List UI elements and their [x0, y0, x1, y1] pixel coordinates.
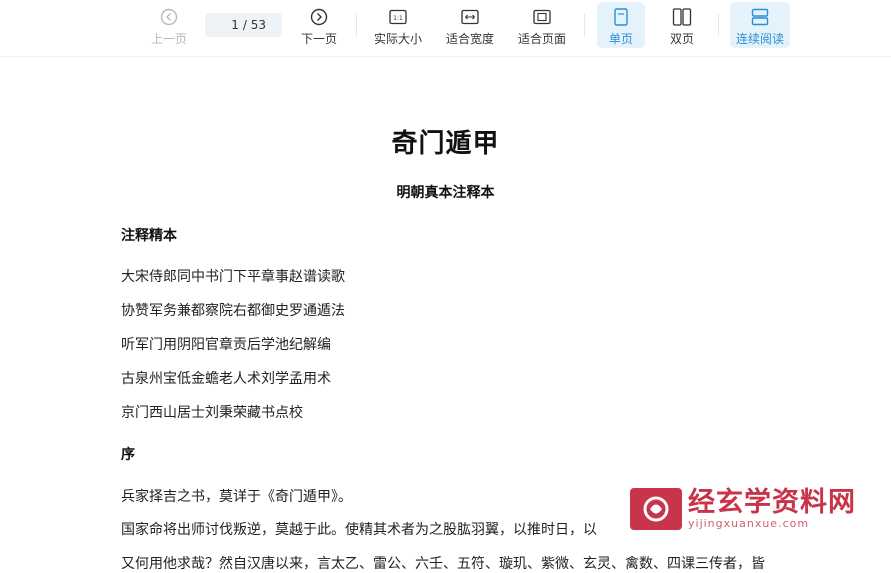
continuous-reading-label: 连续阅读 — [735, 32, 784, 46]
preface-line: 又何用他求哉？然自汉唐以来，言太乙、雷公、六壬、五符、璇玑、紫微、玄灵、禽数、四… — [121, 556, 765, 572]
site-watermark: 经玄学资料网 yijingxuanxue.com — [630, 488, 870, 530]
section-heading: 注释精本 — [121, 228, 177, 244]
credit-line: 协赞军务兼都察院右都御史罗通遁法 — [121, 303, 345, 319]
double-page-button[interactable]: 双页 — [658, 2, 706, 48]
single-page-button[interactable]: 单页 — [597, 2, 645, 48]
arrow-right-circle-icon — [310, 7, 328, 27]
next-page-button[interactable]: 下一页 — [296, 2, 342, 48]
credit-line: 古泉州宝低金蟾老人术刘学孟用术 — [121, 371, 331, 387]
preface-line: 国家命将出师讨伐叛逆，莫越于此。使精其术者为之股肱羽翼，以推时日，以 — [121, 522, 597, 538]
toolbar-divider — [356, 14, 357, 36]
watermark-logo-icon — [630, 488, 682, 530]
double-page-label: 双页 — [669, 32, 694, 46]
actual-size-button[interactable]: 1:1 实际大小 — [370, 2, 426, 48]
actual-size-icon: 1:1 — [389, 7, 407, 27]
credit-line: 大宋侍郎同中书门下平章事赵谱读歌 — [121, 269, 345, 285]
watermark-text: 经玄学资料网 — [688, 487, 856, 518]
document-subtitle: 明朝真本注释本 — [396, 185, 495, 201]
credit-line: 京门西山居士刘秉荣藏书点校 — [121, 405, 303, 421]
reader-toolbar: 上一页 / 53 下一页 1:1 实际大小 适合宽度 适合页面 单页 — [0, 0, 891, 57]
toolbar-divider — [718, 14, 719, 36]
fit-width-button[interactable]: 适合宽度 — [442, 2, 498, 48]
continuous-reading-button[interactable]: 连续阅读 — [730, 2, 790, 48]
fit-width-icon — [461, 7, 479, 27]
arrow-left-circle-icon — [160, 7, 178, 27]
fit-width-label: 适合宽度 — [445, 32, 494, 46]
current-page-input[interactable] — [220, 18, 239, 32]
svg-text:1:1: 1:1 — [393, 15, 403, 22]
prev-page-button[interactable]: 上一页 — [146, 2, 192, 48]
toolbar-divider — [584, 14, 585, 36]
document-title: 奇门遁甲 — [391, 129, 500, 159]
continuous-reading-icon — [751, 7, 769, 27]
double-page-icon — [672, 7, 692, 27]
fit-page-label: 适合页面 — [517, 32, 566, 46]
prev-page-label: 上一页 — [150, 32, 187, 46]
fit-page-icon — [533, 7, 551, 27]
actual-size-label: 实际大小 — [373, 32, 422, 46]
watermark-url: yijingxuanxue.com — [688, 517, 810, 530]
page-indicator: / 53 — [205, 13, 282, 37]
section-heading: 序 — [121, 447, 135, 463]
single-page-icon — [613, 7, 629, 27]
credit-line: 听军门用阴阳官章贡后学池纪解编 — [121, 337, 331, 353]
preface-line: 兵家择吉之书，莫详于《奇门遁甲》。 — [121, 489, 352, 505]
single-page-label: 单页 — [608, 32, 633, 46]
fit-page-button[interactable]: 适合页面 — [514, 2, 570, 48]
total-pages: / 53 — [242, 18, 267, 32]
next-page-label: 下一页 — [300, 32, 337, 46]
